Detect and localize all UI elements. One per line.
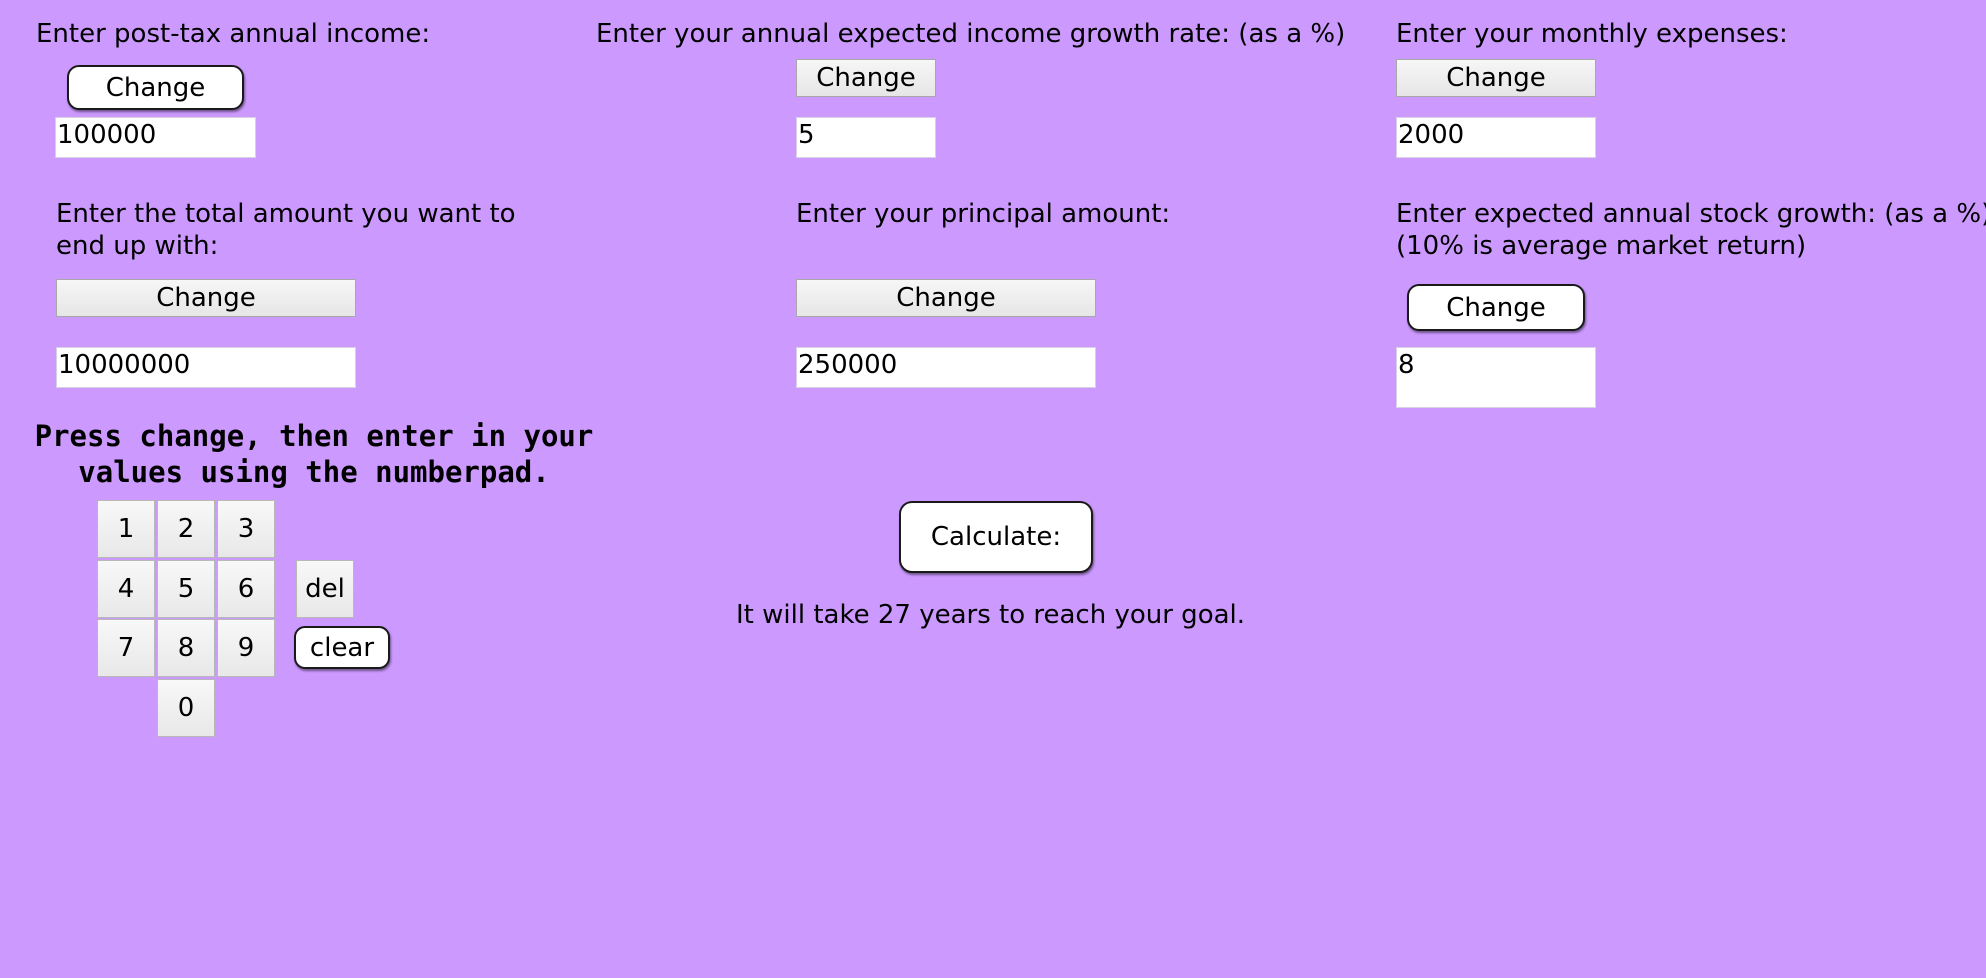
income-growth-field[interactable]: 5 — [796, 117, 936, 158]
numpad-key-6[interactable]: 6 — [217, 560, 275, 618]
stock-growth-field[interactable]: 8 — [1396, 347, 1596, 408]
target-field[interactable]: 10000000 — [56, 347, 356, 388]
stock-growth-change-button[interactable]: Change — [1407, 284, 1585, 331]
numpad-key-0[interactable]: 0 — [157, 679, 215, 737]
income-change-button[interactable]: Change — [67, 65, 244, 110]
principal-field[interactable]: 250000 — [796, 347, 1096, 388]
target-label-line1: Enter the total amount you want to — [56, 199, 516, 229]
target-change-button[interactable]: Change — [56, 279, 356, 317]
numpad-key-9[interactable]: 9 — [217, 619, 275, 677]
income-growth-label: Enter your annual expected income growth… — [596, 19, 1346, 49]
numpad-key-8[interactable]: 8 — [157, 619, 215, 677]
stock-growth-label-line1: Enter expected annual stock growth: (as … — [1396, 199, 1986, 229]
numpad-key-3[interactable]: 3 — [217, 500, 275, 558]
expenses-label: Enter your monthly expenses: — [1396, 19, 1788, 49]
income-label: Enter post-tax annual income: — [36, 19, 431, 49]
principal-change-button[interactable]: Change — [796, 279, 1096, 317]
stock-growth-label-line2: (10% is average market return) — [1396, 231, 1807, 261]
numpad-del-button[interactable]: del — [296, 560, 354, 618]
target-label-line2: end up with: — [56, 231, 219, 261]
income-field[interactable]: 100000 — [55, 117, 256, 158]
calculate-button[interactable]: Calculate: — [899, 501, 1093, 573]
income-growth-change-button[interactable]: Change — [796, 59, 936, 97]
numpad-key-2[interactable]: 2 — [157, 500, 215, 558]
numpad-key-4[interactable]: 4 — [97, 560, 155, 618]
numpad-key-7[interactable]: 7 — [97, 619, 155, 677]
numpad-key-1[interactable]: 1 — [97, 500, 155, 558]
expenses-change-button[interactable]: Change — [1396, 59, 1596, 97]
numpad-clear-button[interactable]: clear — [294, 626, 390, 669]
numpad-instructions: Press change, then enter in your values … — [34, 419, 594, 489]
result-text: It will take 27 years to reach your goal… — [736, 600, 1246, 630]
numpad-key-5[interactable]: 5 — [157, 560, 215, 618]
principal-label: Enter your principal amount: — [796, 199, 1171, 229]
expenses-field[interactable]: 2000 — [1396, 117, 1596, 158]
